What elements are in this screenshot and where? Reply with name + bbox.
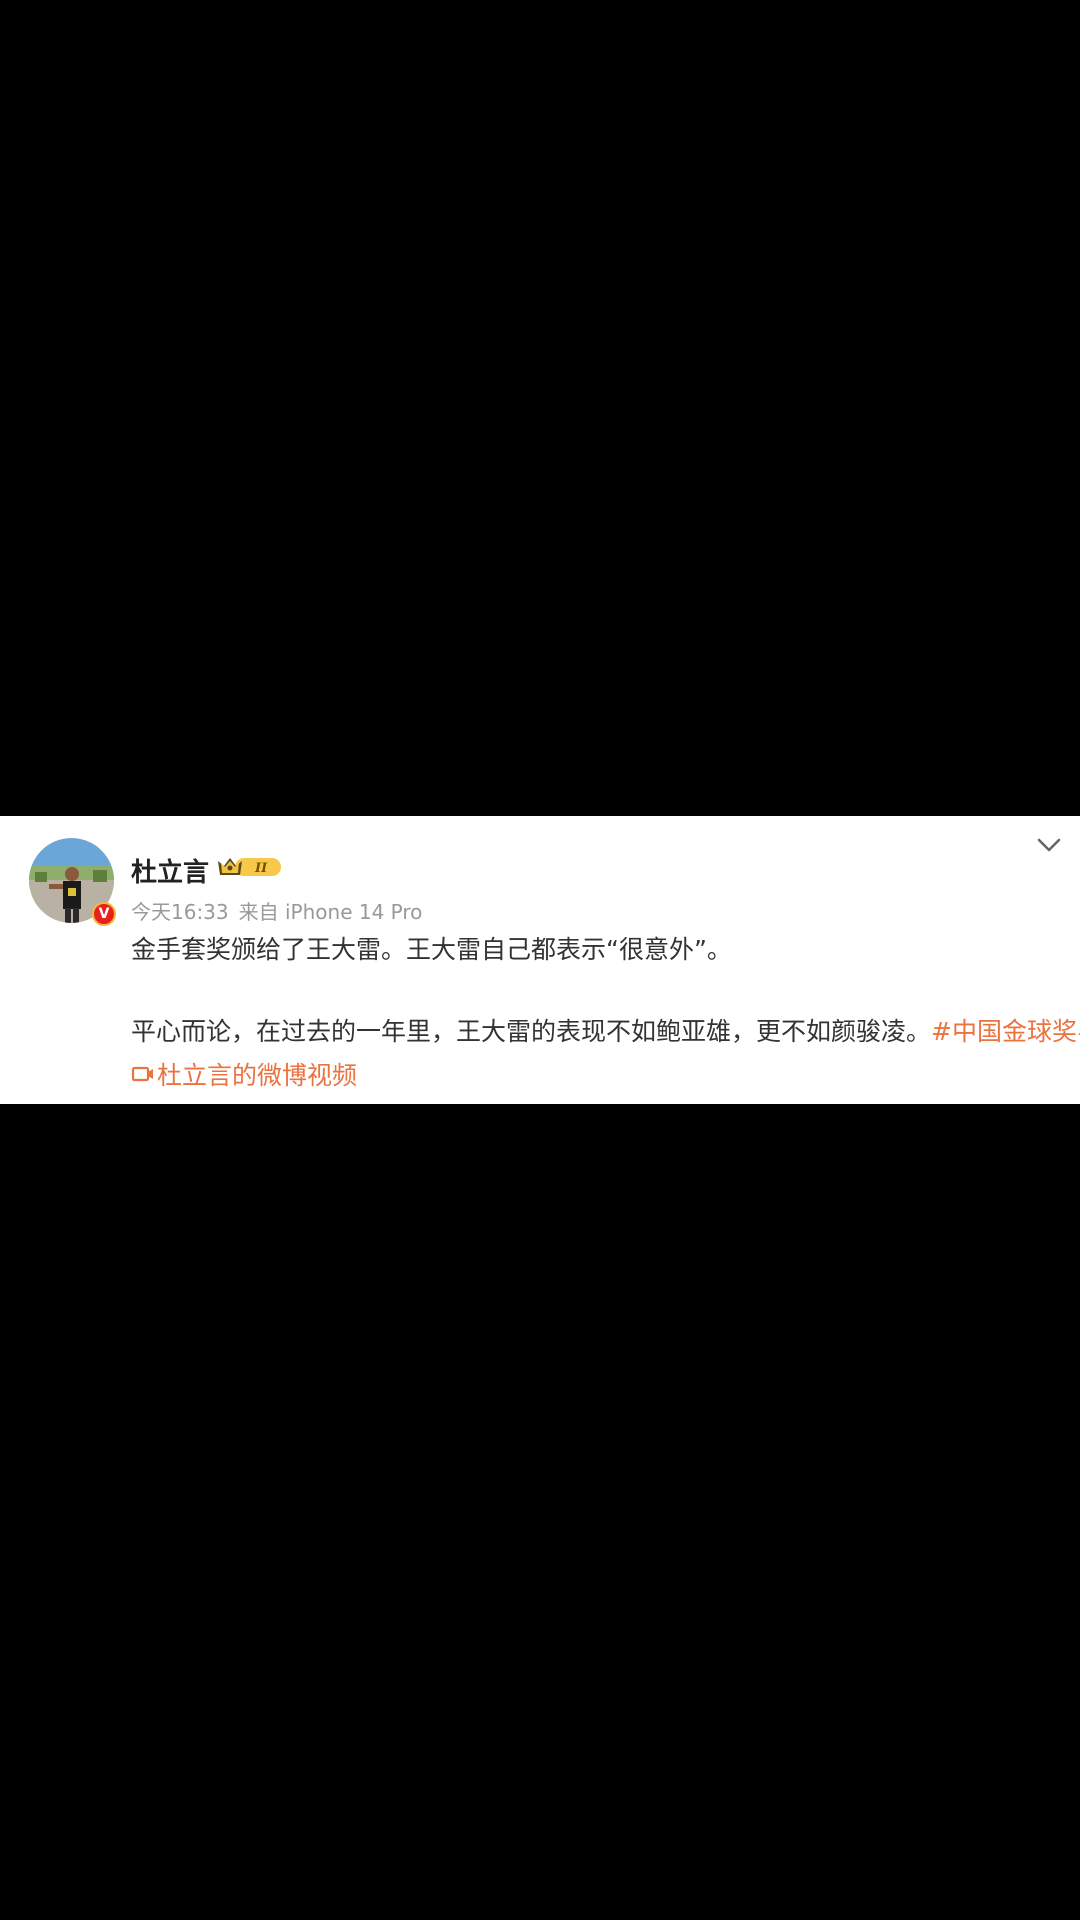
post-time: 今天16:33 [131, 900, 229, 924]
video-link[interactable]: 杜立言的微博视频 [131, 1056, 357, 1092]
post-meta: 今天16:33 来自 iPhone 14 Pro [131, 896, 422, 925]
author-name[interactable]: 杜立言 [131, 852, 209, 889]
post-text-line-1: 金手套奖颁给了王大雷。王大雷自己都表示“很意外”。 [131, 935, 732, 964]
post-source: 来自 iPhone 14 Pro [238, 900, 423, 924]
post-text-body: 平心而论，在过去的一年里，王大雷的表现不如鲍亚雄，更不如颜骏凌。 [131, 1017, 932, 1046]
crown-badge-icon[interactable]: II [217, 855, 285, 883]
hashtag-link[interactable]: #中国金球奖# [931, 1017, 1080, 1046]
screen: V 杜立言 II 今天16:33 来自 iPhone 14 Pro 金手套奖颁给了… [0, 0, 1080, 1920]
weibo-post-card[interactable]: V 杜立言 II 今天16:33 来自 iPhone 14 Pro 金手套奖颁给了… [0, 816, 1080, 1104]
video-icon [131, 1066, 153, 1082]
video-link-label[interactable]: 杜立言的微博视频 [157, 1056, 357, 1092]
chevron-down-icon[interactable] [1036, 836, 1062, 854]
post-text-line-2: 平心而论，在过去的一年里，王大雷的表现不如鲍亚雄，更不如颜骏凌。#中国金球奖# [131, 1012, 1080, 1048]
verified-icon: V [92, 902, 116, 926]
badge-level: II [254, 861, 268, 876]
